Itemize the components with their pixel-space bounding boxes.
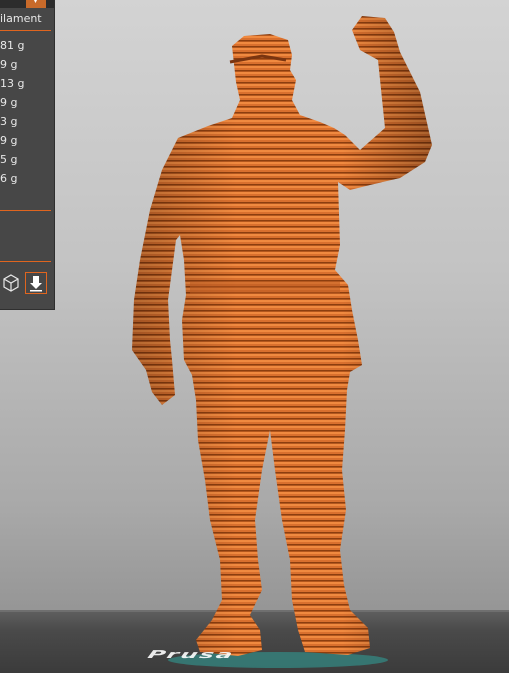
model-figure [132, 16, 432, 656]
filament-weight-list: 81 g 9 g 13 g 9 g 3 g 9 g 5 g 6 g [0, 36, 24, 188]
section-divider [0, 210, 51, 211]
bed-logo: Prusa [146, 648, 237, 661]
filament-column-header: ilament [0, 12, 42, 25]
list-item: 9 g [0, 134, 18, 147]
download-arrow-icon[interactable] [25, 272, 47, 294]
list-item: 5 g [0, 153, 18, 166]
list-item: 3 g [0, 115, 18, 128]
list-item: 13 g [0, 77, 25, 90]
sliced-model-preview[interactable] [0, 0, 509, 673]
list-item: 9 g [0, 96, 18, 109]
cube-wireframe-icon[interactable] [0, 272, 22, 294]
list-item: 81 g [0, 39, 25, 52]
panel-collapse-button[interactable]: ▾ [26, 0, 46, 8]
list-item: 9 g [0, 58, 18, 71]
chevron-down-icon: ▾ [34, 0, 38, 5]
3d-viewport[interactable]: Prusa [0, 0, 509, 673]
header-divider [0, 30, 51, 31]
list-item: 6 g [0, 172, 18, 185]
sliced-info-panel: ▾ ilament 81 g 9 g 13 g 9 g 3 g 9 g 5 g … [0, 0, 55, 310]
section-divider [0, 261, 51, 262]
